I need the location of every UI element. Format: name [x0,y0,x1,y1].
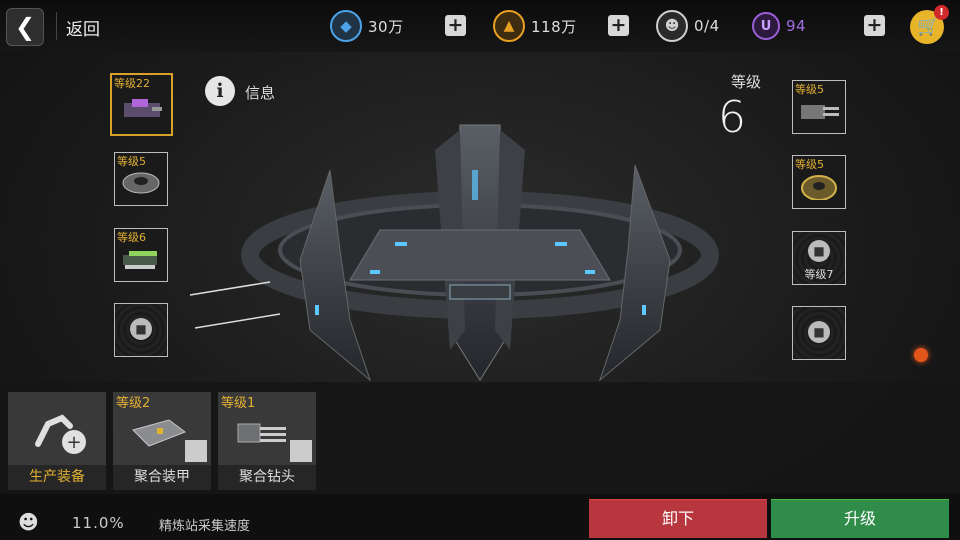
add-gold-button[interactable]: + [608,15,629,36]
resource-crystal: ◆ 30万 [330,10,404,42]
add-u-currency-button[interactable]: + [864,15,885,36]
unload-button[interactable]: 卸下 [589,499,767,538]
add-crystal-button[interactable]: + [445,15,466,36]
resource-u-currency: U 94 [752,12,806,40]
left-slot-1[interactable]: 等级22 [110,73,173,136]
chevron-left-icon: ❮ [14,13,36,41]
back-label[interactable]: 返回 [66,15,100,40]
left-slot-2[interactable]: 等级5 [114,152,168,206]
card-name: 聚合钻头 [218,465,316,490]
card-name: 聚合装甲 [113,465,211,490]
u-currency-amount: 94 [786,17,807,35]
cart-icon: 🛒 [917,16,940,37]
equip-corner-icon [290,440,312,462]
gatling-icon [801,105,839,119]
collection-speed-label: 精炼站采集速度 [159,519,251,534]
crystal-icon: ◆ [330,10,362,42]
back-button[interactable]: ❮ [6,8,44,46]
right-slot-2[interactable]: 等级5 [792,155,846,209]
card-produce-equipment[interactable]: + 生产装备 [8,392,106,490]
station-level-label: 等级 [731,73,762,91]
lock-icon: ■ [130,318,152,340]
resource-pilot: ☻ 0/4 [656,10,720,42]
game-screen: ❮ 返回 ◆ 30万 + ▲ 118万 + ☻ 0/4 U 94 + 🛒 ! 等… [0,0,960,540]
card-name: 生产装备 [8,465,106,490]
drill-icon [237,423,286,443]
green-cannon-icon [123,251,157,269]
pilot-icon: ☻ [656,10,688,42]
pilot-count: 0/4 [694,17,720,35]
left-slot-3[interactable]: 等级6 [114,228,168,282]
card-level: 等级1 [221,396,256,411]
lock-icon: ■ [808,321,830,343]
card-polymer-drill[interactable]: 等级1 聚合钻头 [218,392,316,490]
top-bar: ❮ 返回 ◆ 30万 + ▲ 118万 + ☻ 0/4 U 94 + 🛒 ! [0,0,960,52]
divider [56,12,57,40]
slot-level: 等级22 [114,77,150,90]
right-slot-4-locked[interactable]: ■ [792,306,846,360]
upgrade-button[interactable]: 升级 [771,499,949,538]
gold-amount: 118万 [531,17,577,36]
right-slot-3-locked[interactable]: ■ 等级7 [792,231,846,285]
purple-cannon-icon [124,99,162,117]
right-slot-1[interactable]: 等级5 [792,80,846,134]
svg-text:+: + [66,432,81,453]
left-slot-4-locked[interactable]: ■ [114,303,168,357]
gold-ring-icon [801,175,837,200]
robot-arm-plus-icon: + [35,414,86,454]
station-3d-model[interactable] [180,110,780,410]
armor-plate-icon [132,419,187,447]
cart-notification-badge: ! [934,5,949,20]
waypoint-marker[interactable] [914,348,928,362]
card-level: 等级2 [116,396,151,411]
collection-speed-value: 11.0% [72,514,125,532]
pilot-icon: ☻ [18,510,39,534]
card-polymer-armor[interactable]: 等级2 聚合装甲 [113,392,211,490]
gold-icon: ▲ [493,10,525,42]
lock-icon: ■ [808,240,830,262]
resource-gold: ▲ 118万 [493,10,577,42]
equip-corner-icon [185,440,207,462]
crystal-amount: 30万 [368,17,404,36]
station-level-value: 6 [718,92,746,143]
ring-module-icon [122,172,160,194]
info-label[interactable]: 信息 [245,82,275,103]
info-icon[interactable]: i [205,76,235,106]
u-currency-icon: U [752,12,780,40]
unlock-level-text: 等级7 [804,268,834,281]
